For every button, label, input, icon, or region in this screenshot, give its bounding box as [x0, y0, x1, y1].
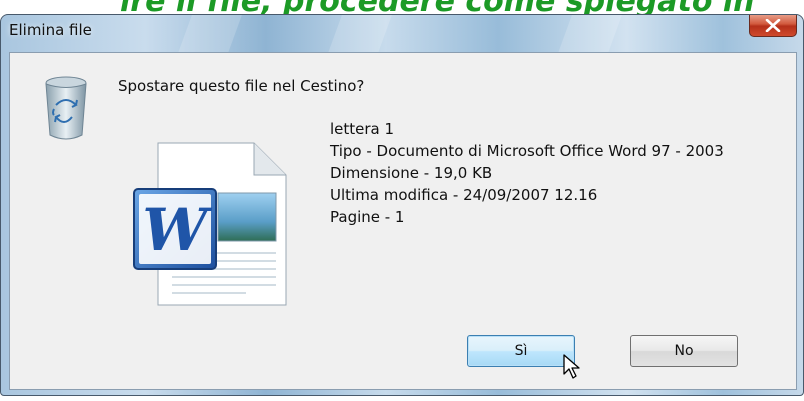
dialog-window: Elimina file Spostare questo file nel Ce…	[0, 14, 804, 396]
file-name: lettera 1	[330, 120, 395, 138]
close-icon	[765, 19, 781, 32]
file-modified: Ultima modifica - 24/09/2007 12.16	[330, 186, 598, 204]
svg-text:W: W	[142, 196, 212, 264]
word-document-icon: W	[133, 142, 287, 306]
recycle-bin-icon	[45, 76, 87, 140]
dialog-content: Spostare questo file nel Cestino? W lett…	[9, 52, 797, 390]
close-button[interactable]	[749, 15, 797, 37]
mouse-pointer-icon	[563, 354, 580, 379]
file-properties: lettera 1 Tipo - Documento di Microsoft …	[330, 118, 724, 228]
no-button[interactable]: No	[630, 335, 738, 367]
file-pages: Pagine - 1	[330, 208, 405, 226]
file-type: Tipo - Documento di Microsoft Office Wor…	[330, 142, 724, 160]
confirmation-question: Spostare questo file nel Cestino?	[118, 77, 365, 95]
file-size: Dimensione - 19,0 KB	[330, 164, 493, 182]
window-title: Elimina file	[9, 21, 92, 39]
yes-button[interactable]: Sì	[467, 335, 575, 367]
